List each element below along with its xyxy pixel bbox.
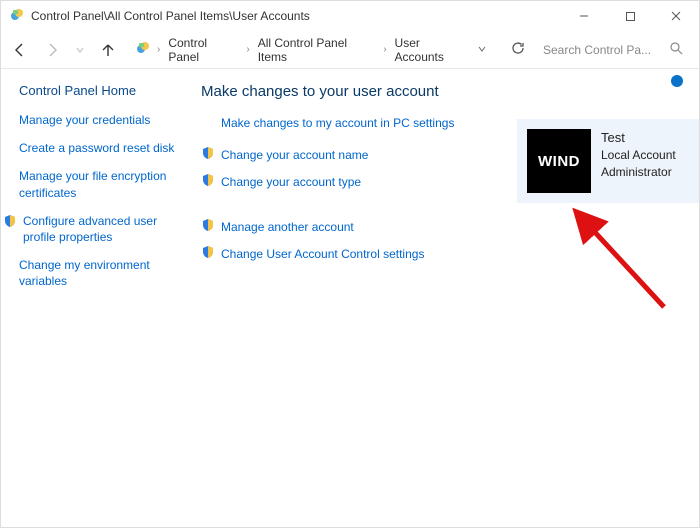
shield-icon [201,218,215,235]
breadcrumb-item[interactable]: All Control Panel Items [256,34,378,66]
sidebar-link-label: Change my environment variables [19,257,189,289]
shield-icon [3,214,17,232]
titlebar: Control Panel\All Control Panel Items\Us… [1,1,699,31]
control-panel-icon [135,40,151,59]
main-panel: Make changes to your user account Make c… [201,83,699,527]
search-icon [670,42,683,58]
close-button[interactable] [653,1,699,31]
shield-icon [201,245,215,262]
chevron-right-icon: › [246,44,249,55]
sidebar-link-encryption[interactable]: Manage your file encryption certificates [19,168,189,200]
page-heading: Make changes to your user account [201,83,683,100]
back-button[interactable] [11,41,29,59]
breadcrumb-item[interactable]: User Accounts [393,34,471,66]
control-panel-home-link[interactable]: Control Panel Home [19,83,189,98]
sidebar-link-reset-disk[interactable]: Create a password reset disk [19,140,189,156]
chevron-down-icon[interactable] [477,43,487,57]
sidebar-link-label: Configure advanced user profile properti… [23,213,189,245]
action-uac-settings[interactable]: Change User Account Control settings [201,245,683,262]
account-role: Administrator [601,164,676,181]
action-label: Change User Account Control settings [221,247,424,261]
minimize-button[interactable] [561,1,607,31]
shield-icon [201,146,215,163]
sidebar-link-credentials[interactable]: Manage your credentials [19,112,189,128]
sidebar: Control Panel Home Manage your credentia… [1,83,201,527]
chevron-right-icon: › [157,44,160,55]
control-panel-icon [9,7,25,26]
account-card: WIND Test Local Account Administrator [517,119,699,203]
sidebar-link-profile-props[interactable]: Configure advanced user profile properti… [19,213,189,245]
account-name: Test [601,129,676,147]
avatar: WIND [527,129,591,193]
content-area: Control Panel Home Manage your credentia… [1,69,699,527]
recent-dropdown[interactable] [75,41,85,59]
account-info: Test Local Account Administrator [601,129,676,193]
forward-button[interactable] [43,41,61,59]
window-controls [561,1,699,31]
action-label: Change your account type [221,175,361,189]
sidebar-link-label: Manage your credentials [19,112,150,128]
action-manage-another[interactable]: Manage another account [201,218,683,235]
toolbar: › Control Panel › All Control Panel Item… [1,31,699,69]
breadcrumb[interactable]: › Control Panel › All Control Panel Item… [135,34,497,66]
up-button[interactable] [99,41,117,59]
account-type: Local Account [601,147,676,164]
window-title: Control Panel\All Control Panel Items\Us… [31,9,310,23]
chevron-right-icon: › [383,44,386,55]
action-label: Change your account name [221,148,368,162]
search-input[interactable]: Search Control Pa... [539,38,689,62]
action-label: Manage another account [221,220,354,234]
maximize-button[interactable] [607,1,653,31]
sidebar-link-label: Create a password reset disk [19,140,174,156]
refresh-button[interactable] [511,41,525,58]
shield-icon [201,173,215,190]
sidebar-link-env-vars[interactable]: Change my environment variables [19,257,189,289]
search-placeholder: Search Control Pa... [543,43,651,57]
breadcrumb-item[interactable]: Control Panel [166,34,240,66]
sidebar-link-label: Manage your file encryption certificates [19,168,189,200]
